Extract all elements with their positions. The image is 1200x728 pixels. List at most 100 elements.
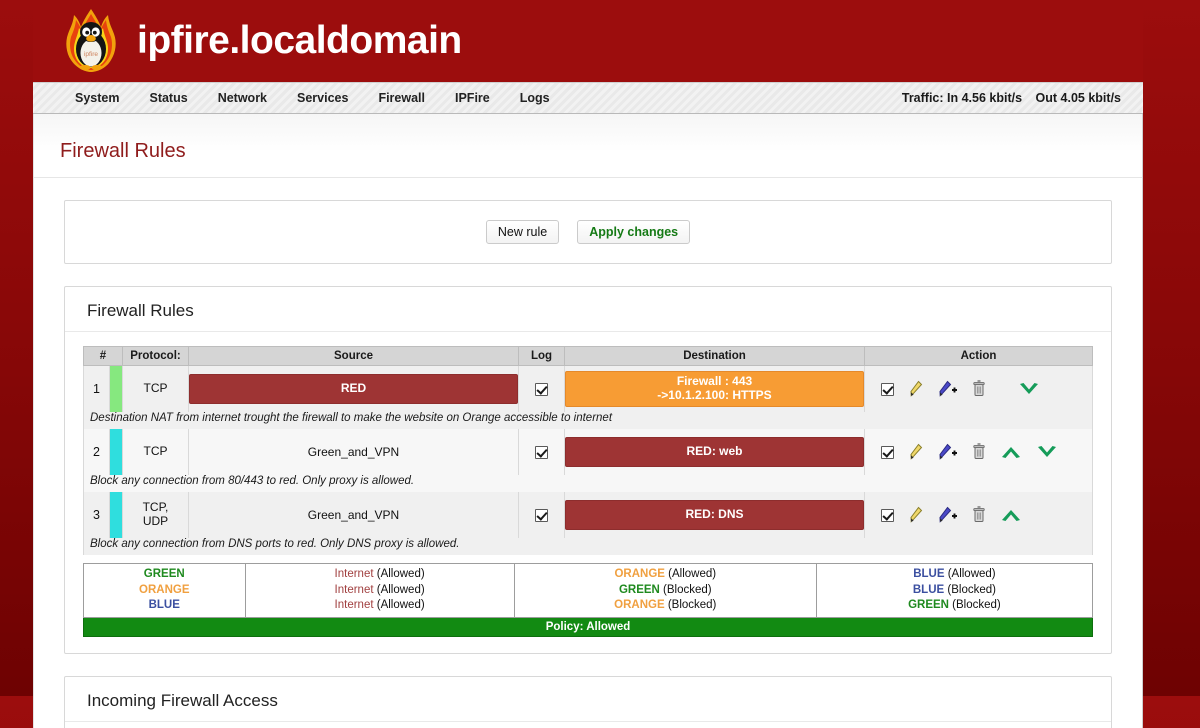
move-down-chevron-icon[interactable] xyxy=(1018,381,1040,397)
rule-protocol: TCP, UDP xyxy=(122,492,189,538)
apply-changes-button[interactable]: Apply changes xyxy=(577,220,691,244)
log-checkbox[interactable] xyxy=(535,445,548,459)
page-header: Firewall Rules xyxy=(34,114,1142,178)
destination-chip: RED: web xyxy=(565,437,864,467)
legend-mid-1: ORANGE xyxy=(614,568,665,580)
legend-col-zones: GREEN ORANGE BLUE xyxy=(83,563,246,618)
rule-actions-cell xyxy=(864,429,1093,475)
rule-comment: Block any connection from 80/443 to red.… xyxy=(90,475,415,487)
incoming-access-title: Incoming Firewall Access xyxy=(65,677,1111,722)
legend-zone-green: GREEN xyxy=(143,568,185,580)
firewall-rules-table: # Protocol: Source Log Destination Actio… xyxy=(83,346,1093,555)
nav-item-status[interactable]: Status xyxy=(149,91,208,105)
edit-pencil-icon[interactable] xyxy=(908,506,924,524)
legend-right-1: BLUE xyxy=(913,568,945,580)
rule-destination-cell: RED: DNS xyxy=(564,492,865,538)
col-header-log: Log xyxy=(518,346,565,366)
rule-protocol: TCP xyxy=(122,365,189,412)
legend-internet-state-1: (Allowed) xyxy=(373,568,425,580)
incoming-access-panel: Incoming Firewall Access # Protocol: Sou… xyxy=(64,675,1112,728)
legend-col-mid: ORANGE (Allowed) GREEN (Blocked) ORANGE … xyxy=(513,563,817,618)
destination-line1: Firewall : 443 xyxy=(676,374,753,389)
site-header: ipfire ipfire.localdomain xyxy=(33,0,1143,82)
move-up-chevron-icon[interactable] xyxy=(1000,444,1022,460)
legend-right-state-3: (Blocked) xyxy=(948,599,1001,612)
rule-destination-cell: RED: web xyxy=(564,429,865,475)
rule-enabled-checkbox[interactable] xyxy=(881,445,894,459)
rule-number: 2 xyxy=(83,429,110,475)
rule-enabled-checkbox[interactable] xyxy=(881,382,894,396)
rule-destination-cell: Firewall : 443 ->10.1.2.100: HTTPS xyxy=(564,365,865,412)
destination-chip: RED: DNS xyxy=(565,500,864,530)
rule-comment: Block any connection from DNS ports to r… xyxy=(90,538,460,550)
table-row[interactable]: 3 TCP, UDP Green_and_VPN RED: DNS xyxy=(83,492,1093,538)
traffic-out-label: Out 4.05 kbit/s xyxy=(1035,91,1121,105)
copy-pencil-plus-icon[interactable] xyxy=(938,443,958,461)
legend-internet-state-3: (Allowed) xyxy=(373,599,425,612)
trash-icon[interactable] xyxy=(972,380,986,398)
rule-enabled-checkbox[interactable] xyxy=(881,508,894,522)
table-header-row: # Protocol: Source Log Destination Actio… xyxy=(83,346,1093,366)
policy-bar: Policy: Allowed xyxy=(83,617,1093,637)
action-bar: New rule Apply changes xyxy=(65,201,1111,263)
log-checkbox[interactable] xyxy=(535,382,548,396)
rule-comment-cell: Destination NAT from internet trought th… xyxy=(83,412,1093,429)
firewall-rules-panel: Firewall Rules # Protocol: Source Log De… xyxy=(64,286,1112,654)
log-checkbox[interactable] xyxy=(535,508,548,522)
col-header-protocol: Protocol: xyxy=(122,346,189,366)
edit-pencil-icon[interactable] xyxy=(908,380,924,398)
destination-line2: ->10.1.2.100: HTTPS xyxy=(657,388,772,402)
firewall-rules-title: Firewall Rules xyxy=(65,287,1111,332)
rule-actions-cell xyxy=(864,365,1093,412)
legend-mid-state-1: (Allowed) xyxy=(664,568,717,580)
legend-zone-orange: ORANGE xyxy=(139,583,190,596)
rule-comment-cell: Block any connection from 80/443 to red.… xyxy=(83,475,1093,492)
rule-actions-cell xyxy=(864,492,1093,538)
legend-internet-state-2: (Allowed) xyxy=(373,583,425,596)
col-header-destination: Destination xyxy=(564,346,865,366)
nav-item-network[interactable]: Network xyxy=(218,91,288,105)
legend-right-2: BLUE xyxy=(912,583,945,596)
nav-item-logs[interactable]: Logs xyxy=(520,91,571,105)
legend-row: GREEN ORANGE BLUE Internet (Allowed) Int… xyxy=(83,563,1094,618)
table-comment-row: Block any connection from DNS ports to r… xyxy=(83,538,1093,555)
copy-pencil-plus-icon[interactable] xyxy=(938,506,958,524)
incoming-access-body: # Protocol: Source Log Destination Actio… xyxy=(65,722,1111,728)
move-up-chevron-icon[interactable] xyxy=(1000,507,1022,523)
nav-item-services[interactable]: Services xyxy=(297,91,369,105)
rule-source-cell: RED xyxy=(188,365,519,412)
rule-comment-cell: Block any connection from DNS ports to r… xyxy=(83,538,1093,555)
nav-item-ipfire[interactable]: IPFire xyxy=(455,91,511,105)
rule-protocol-line1: TCP, xyxy=(142,500,169,515)
edit-pencil-icon[interactable] xyxy=(908,443,924,461)
nav-item-firewall[interactable]: Firewall xyxy=(378,91,446,105)
move-down-chevron-icon[interactable] xyxy=(1036,444,1058,460)
rule-source-cell: Green_and_VPN xyxy=(188,429,519,475)
trash-icon[interactable] xyxy=(972,443,986,461)
zone-policy-legend: GREEN ORANGE BLUE Internet (Allowed) Int… xyxy=(83,563,1094,618)
table-row[interactable]: 1 TCP RED Firewall : 443 ->10.1.2.100: H… xyxy=(83,365,1093,412)
table-row[interactable]: 2 TCP Green_and_VPN RED: web xyxy=(83,429,1093,475)
rule-protocol: TCP xyxy=(122,429,189,475)
source-text: Green_and_VPN xyxy=(307,445,400,459)
traffic-status: Traffic: In 4.56 kbit/s Out 4.05 kbit/s xyxy=(902,91,1129,105)
col-header-action: Action xyxy=(864,346,1093,366)
source-text: Green_and_VPN xyxy=(307,508,400,522)
site-title: ipfire.localdomain xyxy=(137,19,462,62)
nav-item-system[interactable]: System xyxy=(75,91,140,105)
copy-pencil-plus-icon[interactable] xyxy=(938,380,958,398)
destination-chip: Firewall : 443 ->10.1.2.100: HTTPS xyxy=(565,371,864,407)
zone-color-bar xyxy=(109,429,123,475)
source-chip: RED xyxy=(189,374,518,404)
legend-mid-state-3: (Blocked) xyxy=(664,599,717,612)
legend-right-3: GREEN xyxy=(908,599,949,612)
main-navigation: System Status Network Services Firewall … xyxy=(33,82,1143,114)
rule-log-cell xyxy=(518,429,565,475)
legend-internet-1: Internet xyxy=(334,568,374,580)
content-area: Firewall Rules New rule Apply changes Fi… xyxy=(33,114,1143,728)
legend-internet-3: Internet xyxy=(334,599,374,612)
trash-icon[interactable] xyxy=(972,506,986,524)
zone-color-bar xyxy=(109,365,123,412)
rule-log-cell xyxy=(518,492,565,538)
new-rule-button[interactable]: New rule xyxy=(485,220,560,244)
